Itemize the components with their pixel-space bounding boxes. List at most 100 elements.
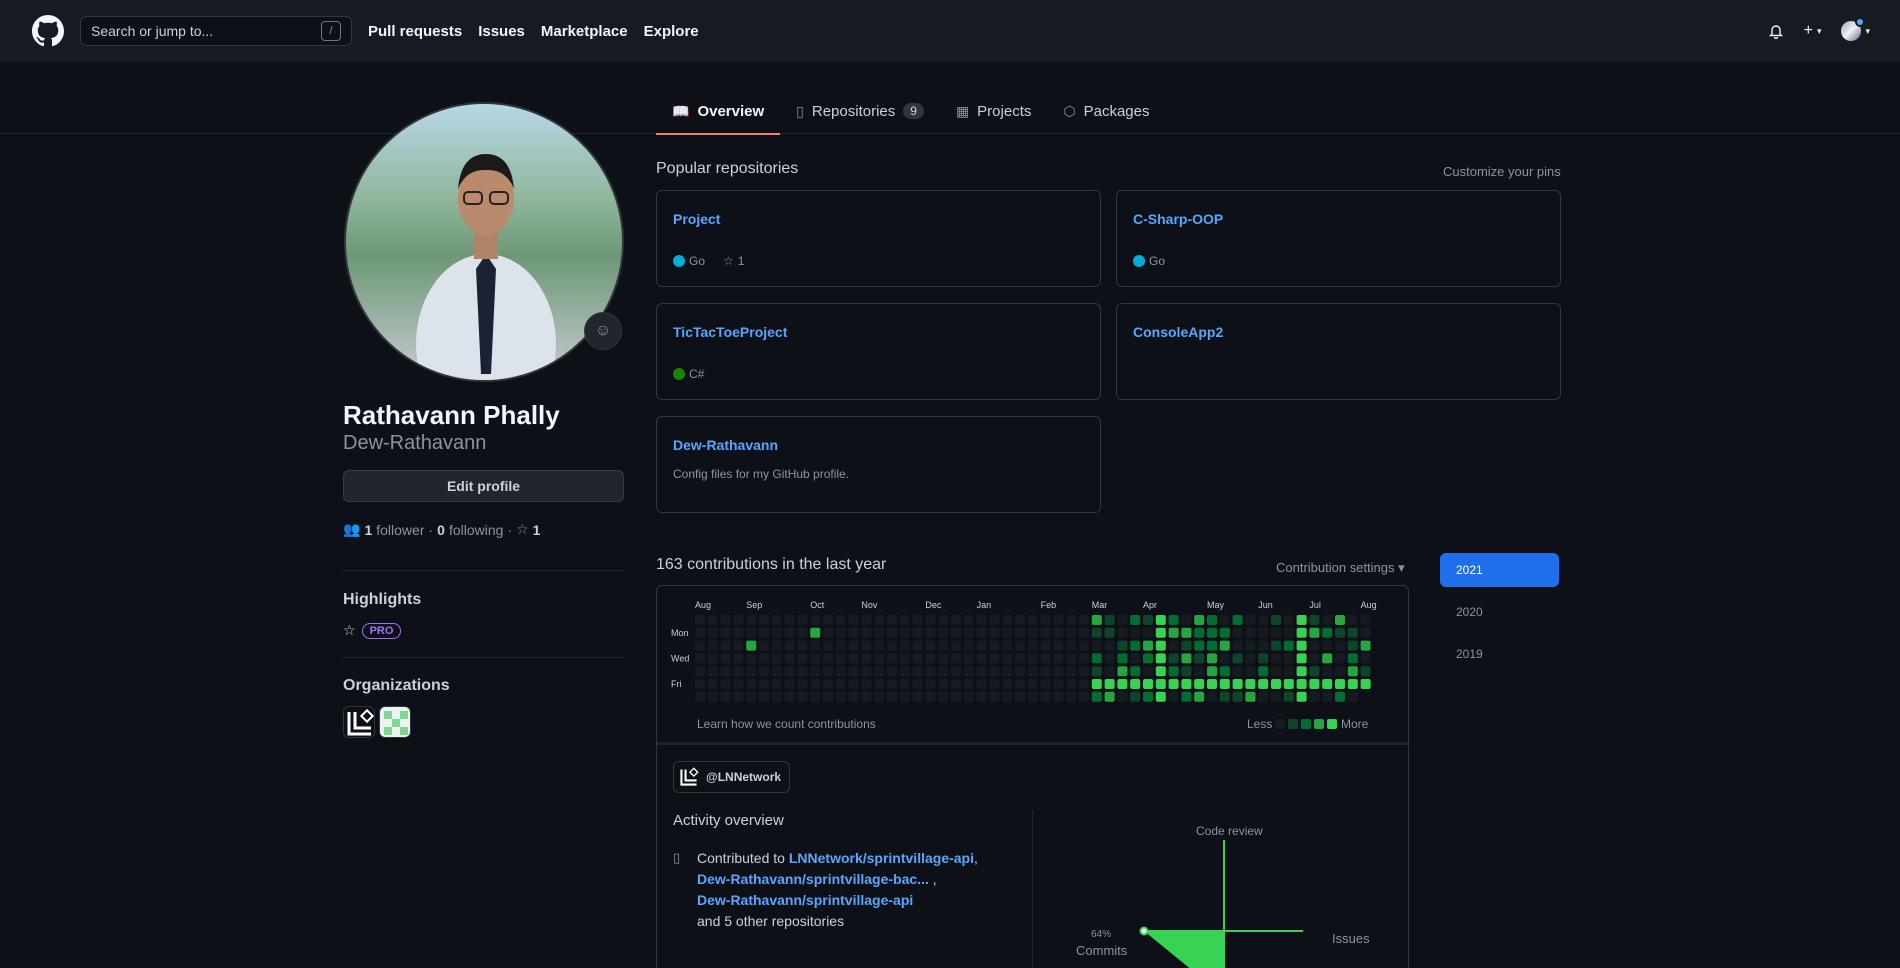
following-label[interactable]: following bbox=[449, 522, 503, 538]
contribution-day[interactable] bbox=[1360, 615, 1371, 625]
contribution-day[interactable] bbox=[1181, 691, 1192, 702]
contribution-day[interactable] bbox=[1168, 691, 1179, 702]
followers-count[interactable]: 1 bbox=[364, 522, 372, 538]
contribution-day[interactable] bbox=[720, 627, 731, 638]
contribution-day[interactable] bbox=[1245, 653, 1256, 664]
repo-link[interactable]: Project bbox=[673, 211, 720, 227]
contribution-day[interactable] bbox=[1079, 640, 1089, 651]
contribution-day[interactable] bbox=[951, 691, 961, 702]
contribution-day[interactable] bbox=[976, 691, 987, 702]
contribution-day[interactable] bbox=[861, 666, 872, 677]
contribution-day[interactable] bbox=[797, 653, 808, 664]
contribution-day[interactable] bbox=[1271, 640, 1281, 651]
contribution-day[interactable] bbox=[1117, 627, 1128, 638]
contribution-day[interactable] bbox=[1143, 615, 1153, 625]
contribution-day[interactable] bbox=[1360, 640, 1371, 651]
contribution-day[interactable] bbox=[848, 679, 859, 689]
contribution-day[interactable] bbox=[1347, 653, 1358, 664]
contribution-day[interactable] bbox=[1027, 691, 1038, 702]
contribution-day[interactable] bbox=[1181, 627, 1192, 638]
contribution-day[interactable] bbox=[771, 640, 782, 651]
contribution-day[interactable] bbox=[1219, 691, 1230, 702]
contribution-day[interactable] bbox=[963, 666, 974, 677]
contribution-day[interactable] bbox=[938, 666, 949, 677]
contribution-day[interactable] bbox=[887, 653, 897, 664]
contribution-day[interactable] bbox=[1104, 615, 1115, 625]
contribution-day[interactable] bbox=[1040, 666, 1051, 677]
contribution-day[interactable] bbox=[1245, 679, 1256, 689]
contribution-day[interactable] bbox=[1258, 691, 1269, 702]
contribution-day[interactable] bbox=[1258, 640, 1269, 651]
tab-overview[interactable]: 📖 Overview bbox=[656, 88, 781, 135]
contribution-day[interactable] bbox=[1309, 627, 1320, 638]
contribution-day[interactable] bbox=[1053, 653, 1064, 664]
contribution-day[interactable] bbox=[1015, 640, 1025, 651]
contribution-day[interactable] bbox=[1053, 691, 1064, 702]
contribution-day[interactable] bbox=[759, 691, 769, 702]
contribution-day[interactable] bbox=[1296, 640, 1307, 651]
contribution-day[interactable] bbox=[797, 640, 808, 651]
contribution-day[interactable] bbox=[1219, 615, 1230, 625]
customize-pins-link[interactable]: Customize your pins bbox=[1443, 164, 1561, 179]
contribution-day[interactable] bbox=[989, 627, 1000, 638]
contribution-day[interactable] bbox=[1194, 615, 1205, 625]
contribution-day[interactable] bbox=[1181, 653, 1192, 664]
contribution-day[interactable] bbox=[1155, 640, 1166, 651]
contribution-day[interactable] bbox=[1168, 653, 1179, 664]
contribution-day[interactable] bbox=[874, 679, 885, 689]
contribution-day[interactable] bbox=[1040, 615, 1051, 625]
contribution-day[interactable] bbox=[1219, 627, 1230, 638]
following-count[interactable]: 0 bbox=[437, 522, 445, 538]
contribution-day[interactable] bbox=[1079, 679, 1089, 689]
contribution-day[interactable] bbox=[1091, 691, 1102, 702]
contribution-day[interactable] bbox=[848, 691, 859, 702]
contribution-day[interactable] bbox=[797, 615, 808, 625]
contribution-day[interactable] bbox=[1104, 691, 1115, 702]
contribution-day[interactable] bbox=[835, 691, 846, 702]
year-2019-link[interactable]: 2019 bbox=[1440, 637, 1559, 671]
contribution-day[interactable] bbox=[1347, 679, 1358, 689]
contribution-day[interactable] bbox=[1194, 679, 1205, 689]
contribution-day[interactable] bbox=[1002, 666, 1013, 677]
contribution-day[interactable] bbox=[1245, 615, 1256, 625]
contribution-day[interactable] bbox=[1091, 666, 1102, 677]
contribution-day[interactable] bbox=[1207, 679, 1217, 689]
contribution-day[interactable] bbox=[1296, 679, 1307, 689]
contribution-day[interactable] bbox=[848, 666, 859, 677]
contribution-day[interactable] bbox=[925, 627, 936, 638]
contribution-day[interactable] bbox=[823, 679, 833, 689]
contribution-day[interactable] bbox=[887, 615, 897, 625]
contribution-day[interactable] bbox=[1015, 627, 1025, 638]
contribution-day[interactable] bbox=[938, 615, 949, 625]
contribution-day[interactable] bbox=[1015, 615, 1025, 625]
contribution-day[interactable] bbox=[1104, 627, 1115, 638]
contribution-day[interactable] bbox=[1232, 615, 1243, 625]
contribution-day[interactable] bbox=[912, 679, 923, 689]
contribution-day[interactable] bbox=[1168, 666, 1179, 677]
contribution-day[interactable] bbox=[1271, 615, 1281, 625]
contribution-day[interactable] bbox=[771, 691, 782, 702]
contribution-day[interactable] bbox=[1207, 691, 1217, 702]
contribution-day[interactable] bbox=[1296, 627, 1307, 638]
org-filter-button[interactable]: @LNNetwork bbox=[673, 761, 791, 793]
contribution-day[interactable] bbox=[1258, 653, 1269, 664]
contribution-day[interactable] bbox=[989, 653, 1000, 664]
contribution-day[interactable] bbox=[1309, 653, 1320, 664]
contribution-day[interactable] bbox=[1066, 653, 1077, 664]
contribution-day[interactable] bbox=[1232, 666, 1243, 677]
contribution-day[interactable] bbox=[1347, 615, 1358, 625]
contribution-day[interactable] bbox=[938, 640, 949, 651]
contribution-day[interactable] bbox=[1015, 653, 1025, 664]
contribution-day[interactable] bbox=[951, 653, 961, 664]
contribution-day[interactable] bbox=[1309, 615, 1320, 625]
contribution-day[interactable] bbox=[912, 627, 923, 638]
contribution-day[interactable] bbox=[784, 627, 795, 638]
contribution-day[interactable] bbox=[1143, 666, 1153, 677]
contribution-day[interactable] bbox=[733, 653, 744, 664]
contribution-day[interactable] bbox=[976, 679, 987, 689]
contribution-day[interactable] bbox=[1271, 691, 1281, 702]
contribution-day[interactable] bbox=[848, 653, 859, 664]
contribution-day[interactable] bbox=[848, 615, 859, 625]
contribution-day[interactable] bbox=[1130, 679, 1141, 689]
contribution-day[interactable] bbox=[1347, 666, 1358, 677]
